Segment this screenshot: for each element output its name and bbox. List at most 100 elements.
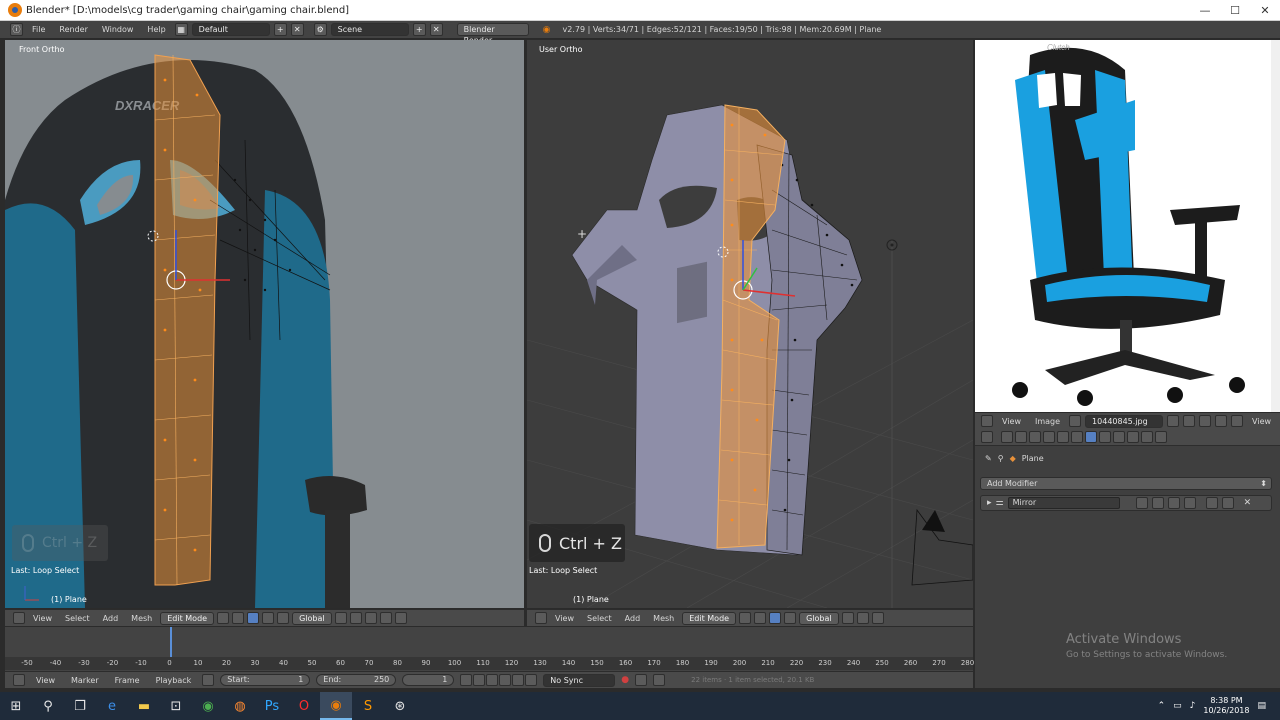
current-frame-field[interactable]: 1 (402, 674, 455, 686)
current-frame-line[interactable] (170, 627, 172, 657)
remove-layout-icon[interactable]: ✕ (290, 23, 304, 36)
manipulator-icon[interactable] (247, 612, 260, 624)
layout-selector[interactable]: Default (191, 23, 270, 36)
menu-marker[interactable]: Marker (66, 676, 104, 685)
view-mode-label[interactable]: View (1247, 417, 1276, 426)
scene-tab-icon[interactable] (1029, 431, 1041, 443)
tray-chevron-icon[interactable]: ⌃ (1158, 701, 1166, 711)
manipulator-icon[interactable] (769, 612, 782, 624)
particles-tab-icon[interactable] (1141, 431, 1153, 443)
insert-key-icon[interactable] (653, 674, 666, 686)
prev-key-icon[interactable] (473, 674, 486, 686)
add-layout-icon[interactable]: + (273, 23, 287, 36)
editor-type-icon[interactable]: ⓘ (10, 23, 23, 36)
scale-icon[interactable] (277, 612, 290, 624)
pivot-icon[interactable] (754, 612, 767, 624)
clock[interactable]: 8:38 PM 10/26/2018 (1203, 696, 1249, 716)
constraints-tab-icon[interactable] (1071, 431, 1083, 443)
minimize-button[interactable]: — (1190, 0, 1220, 21)
physics-tab-icon[interactable] (1155, 431, 1167, 443)
end-frame-field[interactable]: End: 250 (316, 674, 397, 686)
next-key-icon[interactable] (512, 674, 525, 686)
orientation-selector[interactable]: Global (799, 611, 839, 625)
menu-playback[interactable]: Playback (151, 676, 197, 685)
modifier-name-field[interactable]: Mirror (1007, 497, 1120, 509)
menu-mesh[interactable]: Mesh (648, 614, 679, 623)
shading-icon[interactable] (217, 612, 230, 624)
shading-icon[interactable] (739, 612, 752, 624)
firefox-icon[interactable]: ◍ (224, 692, 256, 720)
preview-range-icon[interactable] (202, 674, 215, 686)
menu-view[interactable]: View (997, 417, 1026, 426)
snap-icon[interactable] (394, 612, 407, 624)
rotate-icon[interactable] (784, 612, 797, 624)
render-toggle-icon[interactable] (1135, 497, 1148, 509)
world-tab-icon[interactable] (1043, 431, 1055, 443)
timeline-ruler[interactable]: -50 -40 -30 -20 -10 0 10 20 30 40 50 60 70 80 90 100 110… (5, 657, 974, 670)
start-icon[interactable]: ⊞ (0, 692, 32, 720)
close-button[interactable]: ✕ (1250, 0, 1280, 21)
edge-select-icon[interactable] (856, 612, 869, 624)
record-icon[interactable]: ● (621, 675, 629, 685)
add-modifier-dropdown[interactable]: Add Modifier (980, 477, 1272, 490)
material-tab-icon[interactable] (1113, 431, 1125, 443)
viewport-toggle-icon[interactable] (1151, 497, 1164, 509)
editor-type-icon[interactable] (981, 415, 993, 427)
maximize-button[interactable]: ☐ (1220, 0, 1250, 21)
image-name-field[interactable]: 10440845.jpg (1085, 414, 1164, 428)
reference-image-canvas[interactable]: Clutch (975, 40, 1271, 412)
move-down-icon[interactable] (1221, 497, 1234, 509)
image-unlink-icon[interactable] (1215, 415, 1228, 427)
move-up-icon[interactable] (1205, 497, 1218, 509)
play-reverse-icon[interactable] (486, 674, 499, 686)
cage-toggle-icon[interactable] (1183, 497, 1196, 509)
layout-icon[interactable]: ▦ (174, 23, 188, 36)
keying-set-icon[interactable] (635, 674, 648, 686)
menu-help[interactable]: Help (142, 25, 170, 34)
scene-icon[interactable]: ⚙ (313, 23, 327, 36)
edge-select-icon[interactable] (349, 612, 362, 624)
render-engine-select[interactable]: Blender Render (456, 23, 529, 45)
add-scene-icon[interactable]: + (412, 23, 426, 36)
pin-icon[interactable]: ✎ (985, 454, 992, 463)
rotate-icon[interactable] (262, 612, 275, 624)
editor-type-icon[interactable] (981, 431, 993, 443)
blender-taskbar-icon[interactable]: ◉ (320, 692, 352, 720)
jump-start-icon[interactable] (460, 674, 473, 686)
proportional-icon[interactable] (379, 612, 392, 624)
edge-browser-icon[interactable]: e (96, 692, 128, 720)
start-frame-field[interactable]: Start: 1 (220, 674, 311, 686)
data-tab-icon[interactable] (1099, 431, 1111, 443)
editor-type-icon[interactable] (13, 674, 25, 686)
chrome-icon[interactable]: ◉ (192, 692, 224, 720)
render-tab-icon[interactable] (1001, 431, 1013, 443)
editor-type-icon[interactable] (13, 612, 25, 624)
menu-add[interactable]: Add (98, 614, 124, 623)
sublime-icon[interactable]: S (352, 692, 384, 720)
network-icon[interactable]: ▭ (1173, 701, 1182, 711)
menu-image[interactable]: Image (1030, 417, 1065, 426)
scene-selector[interactable]: Scene (330, 23, 409, 36)
object-tab-icon[interactable] (1057, 431, 1069, 443)
file-explorer-icon[interactable]: ▬ (128, 692, 160, 720)
user-ortho-viewport[interactable]: + User Ortho Last: Loop Select (1) Plane (527, 40, 973, 608)
menu-view[interactable]: View (31, 676, 60, 685)
menu-frame[interactable]: Frame (110, 676, 145, 685)
editmode-toggle-icon[interactable] (1167, 497, 1180, 509)
store-icon[interactable]: ⊡ (160, 692, 192, 720)
image-open-icon[interactable] (1199, 415, 1212, 427)
sync-mode-select[interactable]: No Sync (543, 673, 616, 687)
expand-arrow-icon[interactable]: ▸ (987, 498, 992, 508)
image-pin-icon[interactable] (1231, 415, 1244, 427)
steam-icon[interactable]: ⊛ (384, 692, 416, 720)
notifications-icon[interactable]: ▤ (1257, 701, 1266, 711)
face-select-icon[interactable] (364, 612, 377, 624)
pivot-icon[interactable] (232, 612, 245, 624)
modifiers-tab-icon[interactable] (1085, 431, 1097, 443)
front-ortho-viewport[interactable]: DXRACER Front Ortho Last: Loop Select (1… (5, 40, 524, 608)
layers-tab-icon[interactable] (1015, 431, 1027, 443)
menu-file[interactable]: File (27, 25, 50, 34)
opera-icon[interactable]: O (288, 692, 320, 720)
jump-end-icon[interactable] (525, 674, 538, 686)
vertex-select-icon[interactable] (334, 612, 347, 624)
